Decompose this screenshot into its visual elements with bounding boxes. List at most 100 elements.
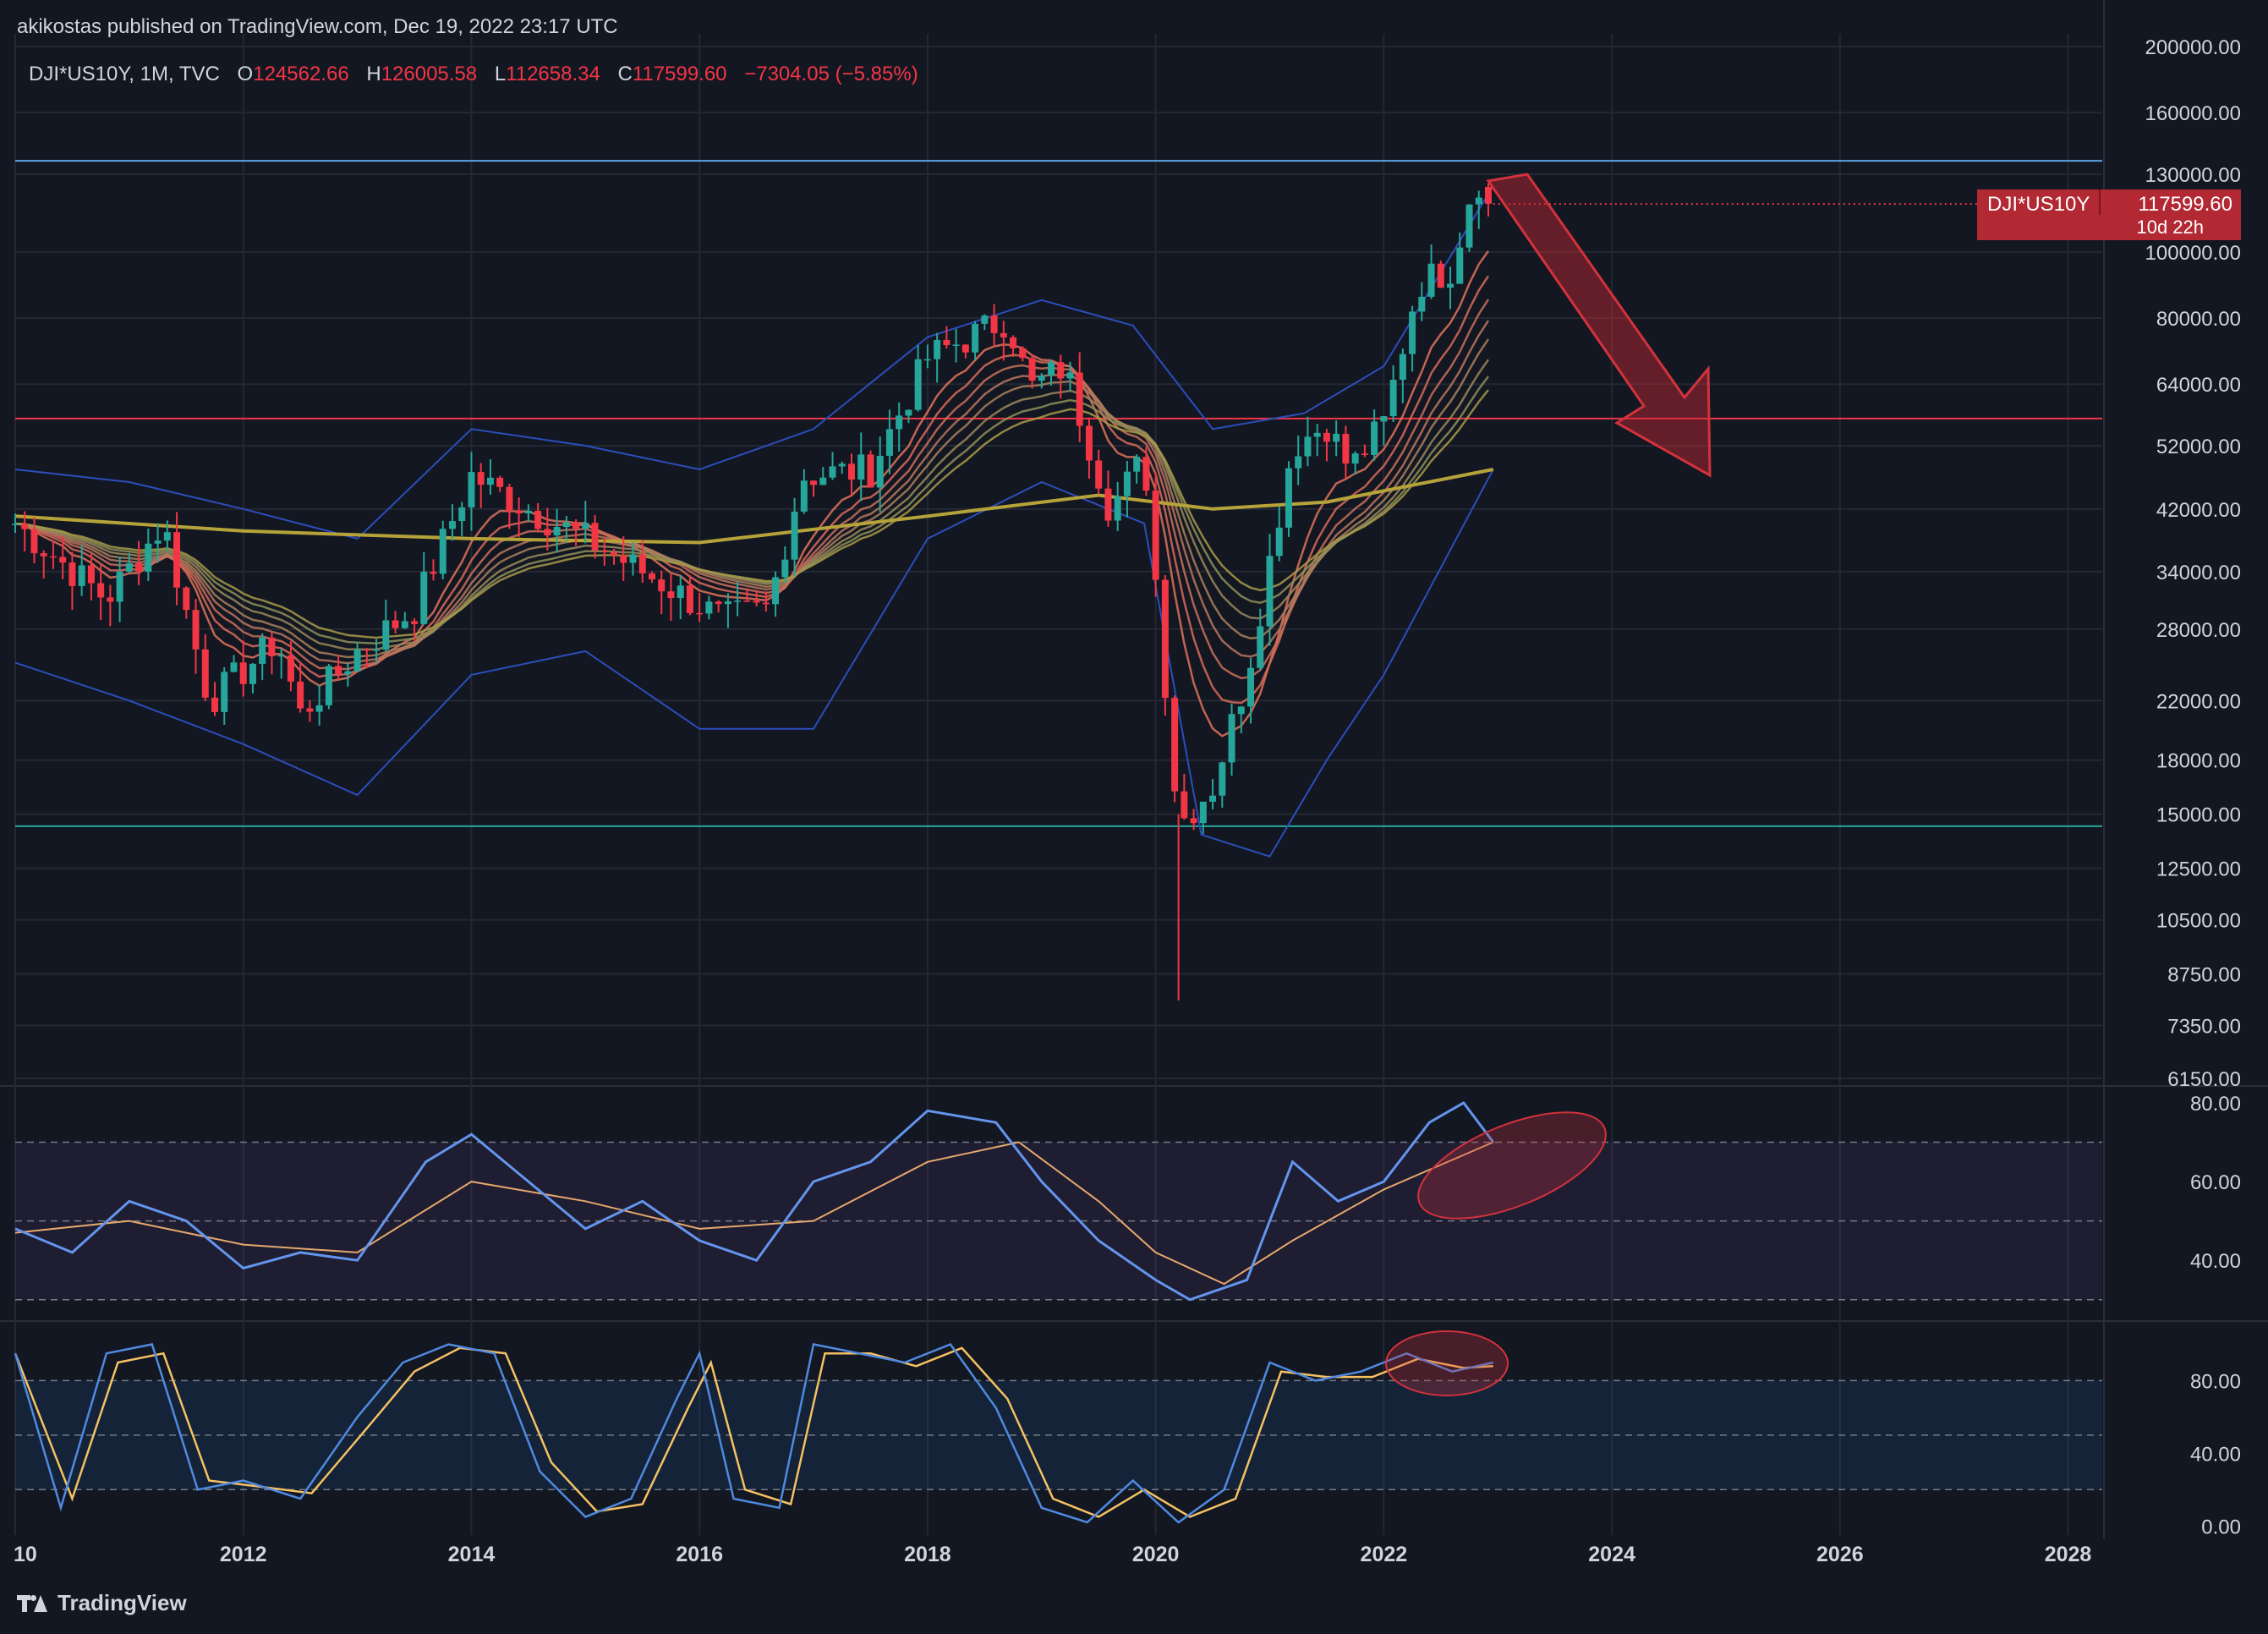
candle-body[interactable] [1048,362,1055,376]
candle-body[interactable] [544,529,551,536]
candle-body[interactable] [1190,818,1197,824]
candle-body[interactable] [30,529,38,554]
candle-body[interactable] [857,454,865,480]
candle-body[interactable] [905,409,912,416]
candle-body[interactable] [325,666,332,705]
stoch-highlight-ellipse[interactable] [1385,1330,1509,1396]
candle-body[interactable] [1019,348,1027,359]
candle-body[interactable] [572,522,580,529]
candle-body[interactable] [1114,496,1121,521]
candle-body[interactable] [629,554,637,563]
candle-body[interactable] [600,550,608,552]
candle-body[interactable] [914,359,922,410]
candle-body[interactable] [620,555,627,563]
candle-body[interactable] [458,507,466,522]
candle-body[interactable] [373,650,381,651]
candle-body[interactable] [515,511,523,514]
candle-body[interactable] [468,472,475,507]
candle-body[interactable] [116,571,123,602]
tradingview-brand[interactable]: TradingView [17,1590,187,1616]
candle-body[interactable] [885,429,893,456]
candle-body[interactable] [125,562,133,572]
candle-body[interactable] [591,523,599,551]
candle-body[interactable] [534,510,542,529]
candle-body[interactable] [553,527,561,536]
candle-body[interactable] [249,663,256,684]
candle-body[interactable] [201,649,209,698]
candle-body[interactable] [1066,372,1074,379]
candle-body[interactable] [1371,421,1378,455]
candle-body[interactable] [154,540,162,544]
candle-body[interactable] [638,554,646,573]
candle-body[interactable] [762,602,770,605]
candle-body[interactable] [753,600,760,603]
candle-body[interactable] [259,637,266,664]
bollinger-upper-band[interactable] [14,185,1494,540]
candle-body[interactable] [1161,579,1169,699]
candle-body[interactable] [344,671,352,675]
candle-body[interactable] [1475,197,1482,205]
candle-body[interactable] [439,529,446,574]
candle-body[interactable] [667,591,675,599]
candle-body[interactable] [1380,416,1388,422]
candle-body[interactable] [1057,362,1065,379]
candle-body[interactable] [990,315,998,333]
candle-body[interactable] [772,577,780,605]
candle-body[interactable] [734,600,742,602]
candle-body[interactable] [1237,706,1245,715]
candle-body[interactable] [477,472,485,485]
candle-body[interactable] [306,708,314,712]
candle-body[interactable] [1342,433,1350,464]
candle-body[interactable] [838,463,846,467]
candle-body[interactable] [829,466,836,478]
candle-body[interactable] [934,339,941,359]
candle-body[interactable] [876,455,884,488]
candle-body[interactable] [1028,358,1036,381]
candle-body[interactable] [211,697,219,712]
candle-body[interactable] [315,705,323,712]
candle-body[interactable] [1181,791,1188,819]
candle-body[interactable] [145,543,152,572]
candle-body[interactable] [648,573,655,580]
candle-body[interactable] [981,315,989,324]
candle-body[interactable] [401,621,408,628]
candle-body[interactable] [1409,311,1416,354]
candle-body[interactable] [192,610,200,650]
candle-body[interactable] [1399,354,1406,381]
candle-body[interactable] [743,600,751,602]
candle-body[interactable] [715,601,722,605]
candle-body[interactable] [1456,247,1464,284]
candle-body[interactable] [1447,283,1454,288]
candle-body[interactable] [1142,457,1150,491]
candle-body[interactable] [1351,453,1359,464]
candle-body[interactable] [163,532,171,541]
candle-body[interactable] [1247,667,1255,707]
candle-body[interactable] [448,521,456,529]
candle-body[interactable] [135,562,143,572]
candle-body[interactable] [705,601,713,614]
candle-body[interactable] [1209,795,1217,802]
rsi-pane[interactable] [14,1101,2102,1302]
candle-body[interactable] [287,655,294,682]
candle-body[interactable] [1285,468,1292,528]
candle-body[interactable] [1465,204,1473,248]
candle-body[interactable] [686,585,693,613]
candle-body[interactable] [173,532,181,588]
candle-body[interactable] [335,666,342,675]
candle-body[interactable] [677,585,684,599]
candle-body[interactable] [1010,337,1017,348]
candle-body[interactable] [1323,432,1330,442]
candle-body[interactable] [847,463,855,480]
stoch-pane[interactable] [14,1342,2102,1524]
candle-body[interactable] [107,597,114,602]
candle-body[interactable] [363,649,370,651]
candle-body[interactable] [1038,376,1045,381]
legend-symbol[interactable]: DJI*US10Y, 1M, TVC [29,63,220,85]
candle-body[interactable] [21,524,29,529]
candle-body[interactable] [12,524,19,525]
down-arrow-annotation[interactable] [1486,173,1712,478]
candle-body[interactable] [1152,491,1159,580]
candle-body[interactable] [1076,372,1083,426]
candle-body[interactable] [1418,296,1426,312]
candle-body[interactable] [496,477,504,487]
